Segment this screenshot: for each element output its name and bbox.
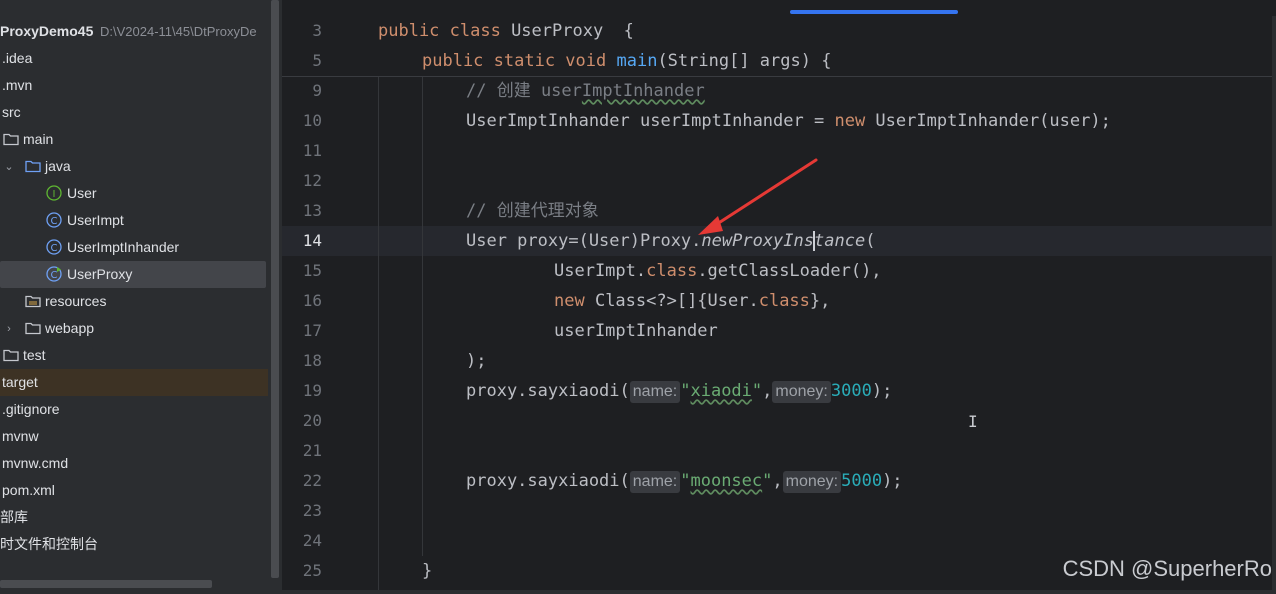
folder-icon [25, 322, 41, 335]
tree-item-label: mvnw.cmd [2, 455, 69, 471]
tree-vertical-scrollbar[interactable] [271, 0, 279, 578]
svg-text:C: C [51, 270, 58, 281]
chevron-right-icon[interactable]: › [4, 315, 14, 342]
folder-icon [3, 133, 19, 146]
tree-item-mvnw-cmd[interactable]: mvnw.cmd [0, 450, 268, 477]
tree-item-main[interactable]: main [0, 126, 268, 153]
code-editor[interactable]: 3 5 9 10 11 12 13 14 15 16 17 18 19 20 2… [282, 0, 1276, 594]
chevron-down-icon[interactable]: ⌄ [4, 153, 14, 180]
class-run-icon: C [46, 266, 62, 282]
tree-item-gitignore[interactable]: .gitignore [0, 396, 268, 423]
project-path: D:\V2024-11\45\DtProxyDe [100, 24, 257, 39]
resources-folder-icon [25, 295, 41, 308]
tree-item-label: User [67, 185, 97, 201]
tree-item-label: main [23, 131, 54, 147]
tree-item-resources[interactable]: resources [0, 288, 268, 315]
tree-item-mvn[interactable]: .mvn [0, 72, 268, 99]
tree-horizontal-scrollbar[interactable] [0, 580, 212, 588]
tree-item-user[interactable]: I User [0, 180, 268, 207]
tree-item-label: target [2, 374, 38, 390]
tree-item-userimptinhander[interactable]: C UserImptInhander [0, 234, 268, 261]
tree-item-pom-xml[interactable]: pom.xml [0, 477, 268, 504]
tree-item-label: test [23, 347, 46, 363]
mouse-ibeam-cursor: I [968, 412, 978, 431]
svg-text:I: I [53, 189, 56, 200]
tree-item-label: .gitignore [2, 401, 60, 417]
tree-item-label: mvnw [2, 428, 39, 444]
tree-item-idea[interactable]: .idea [0, 45, 268, 72]
tree-item-label: java [45, 158, 71, 174]
tree-item-label: UserImptInhander [67, 239, 180, 255]
tree-item-java[interactable]: ⌄ java [0, 153, 268, 180]
ide-window: ProxyDemo45 D:\V2024-11\45\DtProxyDe .id… [0, 0, 1276, 594]
project-tree: ProxyDemo45 D:\V2024-11\45\DtProxyDe .id… [0, 0, 270, 594]
editor-bottom-border [282, 590, 1276, 594]
folder-icon [3, 349, 19, 362]
tree-item-webapp[interactable]: › webapp [0, 315, 268, 342]
source-folder-icon [25, 160, 41, 173]
tree-item-label: resources [45, 293, 107, 309]
svg-text:C: C [51, 243, 58, 254]
project-name: ProxyDemo45 [0, 23, 94, 39]
tree-item-scratches[interactable]: 时文件和控制台 [0, 531, 268, 558]
tree-item-label: UserImpt [67, 212, 124, 228]
svg-text:C: C [51, 216, 58, 227]
tree-item-label: 部库 [0, 509, 28, 525]
tree-item-label: UserProxy [67, 266, 133, 282]
tree-item-label: 时文件和控制台 [0, 536, 98, 552]
tree-item-label: .idea [2, 50, 33, 66]
tree-item-label: src [2, 104, 21, 120]
class-icon: C [46, 239, 62, 255]
tree-item-mvnw[interactable]: mvnw [0, 423, 268, 450]
editor-vertical-scrollbar[interactable] [1272, 16, 1276, 594]
class-icon: C [46, 212, 62, 228]
tree-item-project-root[interactable]: ProxyDemo45 D:\V2024-11\45\DtProxyDe [0, 18, 268, 45]
tree-item-userproxy[interactable]: C UserProxy [0, 261, 266, 288]
watermark: CSDN @SuperherRo [1062, 556, 1272, 581]
tree-item-src[interactable]: src [0, 99, 268, 126]
interface-icon: I [46, 185, 62, 201]
tree-item-label: webapp [45, 320, 95, 336]
tree-item-label: pom.xml [2, 482, 55, 498]
tree-item-userimpt[interactable]: C UserImpt [0, 207, 268, 234]
tree-item-external-libraries[interactable]: 部库 [0, 504, 268, 531]
tree-item-target[interactable]: target [0, 369, 268, 396]
tree-item-test[interactable]: test [0, 342, 268, 369]
tree-item-label: .mvn [2, 77, 33, 93]
annotation-arrow [698, 158, 818, 235]
